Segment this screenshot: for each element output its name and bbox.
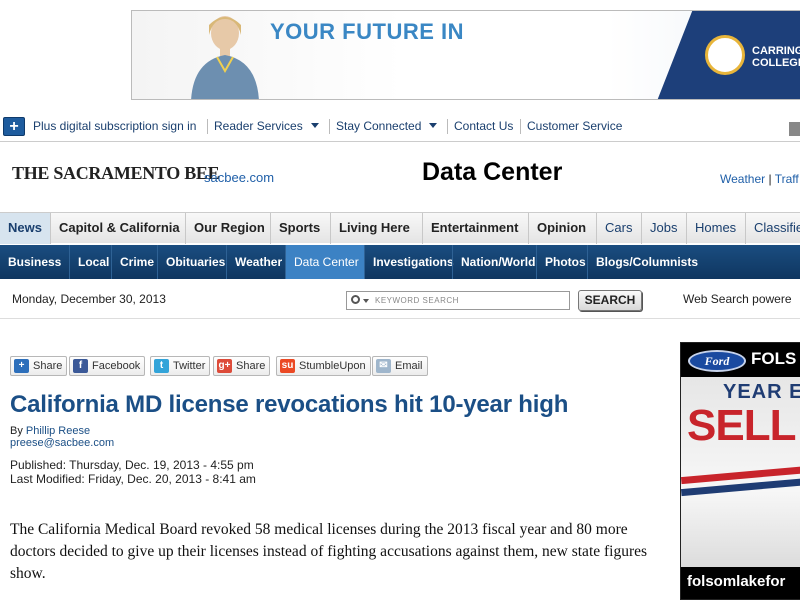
chevron-down-icon: [429, 123, 438, 128]
page-title: Data Center: [422, 158, 563, 186]
subnav-investigations[interactable]: Investigations: [364, 245, 454, 279]
facebook-label: Facebook: [92, 360, 141, 372]
stay-connected-label: Stay Connected: [336, 119, 422, 133]
top-banner-ad[interactable]: YOUR FUTURE IN CARRING COLLEGE: [131, 10, 800, 100]
facebook-share-button[interactable]: f Facebook: [69, 356, 146, 376]
author-link[interactable]: Phillip Reese: [26, 425, 90, 437]
folsom-lake-ford-ad[interactable]: Ford FOLS YEAR E SELL folsomlakefor: [680, 342, 800, 600]
chevron-down-icon: [310, 123, 319, 128]
web-search-powered-by: Web Search powere: [683, 292, 792, 306]
weather-traffic-links: Weather | Traff: [720, 172, 799, 186]
primary-nav-entertainment[interactable]: Entertainment: [422, 213, 528, 244]
primary-nav-sports[interactable]: Sports: [270, 213, 330, 244]
reader-services-label: Reader Services: [214, 119, 303, 133]
subnav-local[interactable]: Local: [69, 245, 111, 279]
primary-nav-news[interactable]: News: [0, 213, 50, 244]
divider: [329, 119, 330, 134]
ad-headline: YOUR FUTURE IN: [270, 19, 464, 44]
secondary-nav: Business Local Crime Obituaries Weather …: [0, 245, 800, 279]
share-label: Share: [33, 360, 63, 372]
chevron-down-icon[interactable]: [363, 299, 369, 303]
ad-sell-text: SELL: [687, 401, 796, 450]
primary-nav-classifieds[interactable]: Classifie: [745, 213, 800, 244]
divider: [207, 119, 208, 134]
search-icon: [351, 295, 360, 304]
subnav-photos[interactable]: Photos: [536, 245, 587, 279]
date-search-bar: Monday, December 30, 2013 KEYWORD SEARCH…: [0, 281, 800, 319]
last-modified-date: Last Modified: Friday, Dec. 20, 2013 - 8…: [10, 472, 256, 486]
weather-link[interactable]: Weather: [720, 172, 765, 186]
stumbleupon-icon: su: [280, 359, 295, 373]
reader-services-menu[interactable]: Reader Services: [214, 119, 319, 133]
primary-nav-opinion[interactable]: Opinion: [528, 213, 596, 244]
contact-us-link[interactable]: Contact Us: [454, 119, 513, 133]
byline-prefix: By: [10, 425, 23, 437]
college-seal-icon: [705, 35, 745, 75]
subnav-obituaries[interactable]: Obituaries: [157, 245, 226, 279]
twitter-label: Twitter: [173, 360, 206, 372]
article-headline: California MD license revocations hit 10…: [10, 391, 569, 418]
print-icon[interactable]: [789, 122, 800, 136]
divider: [447, 119, 448, 134]
subnav-weather[interactable]: Weather: [226, 245, 285, 279]
primary-nav-capitol[interactable]: Capitol & California: [50, 213, 185, 244]
subnav-data-center[interactable]: Data Center: [285, 245, 364, 279]
subscription-signin-link[interactable]: Plus digital subscription sign in: [33, 119, 196, 133]
email-icon: ✉: [376, 359, 391, 373]
stay-connected-menu[interactable]: Stay Connected: [336, 119, 438, 133]
email-share-button[interactable]: ✉ Email: [372, 356, 428, 376]
customer-service-link[interactable]: Customer Service: [527, 119, 622, 133]
primary-nav-homes[interactable]: Homes: [686, 213, 745, 244]
share-button[interactable]: + Share: [10, 356, 68, 376]
ad-dealer-name: FOLS: [751, 349, 797, 368]
author-email-link[interactable]: preese@sacbee.com: [10, 437, 114, 449]
primary-nav: News Capitol & California Our Region Spo…: [0, 212, 800, 244]
ad-brand-name: CARRING COLLEGE: [752, 45, 800, 69]
article-body: The California Medical Board revoked 58 …: [10, 521, 648, 582]
published-date: Published: Thursday, Dec. 19, 2013 - 4:5…: [10, 458, 254, 472]
google-plus-icon: g+: [217, 359, 232, 373]
byline: By Phillip Reese: [10, 425, 90, 437]
ford-logo: Ford: [688, 350, 746, 372]
sacbee-link[interactable]: sacbee.com: [204, 170, 274, 185]
primary-nav-our-region[interactable]: Our Region: [185, 213, 270, 244]
ad-brand-line2: COLLEGE: [752, 57, 800, 69]
ad-url: folsomlakefor: [687, 573, 786, 590]
subnav-business[interactable]: Business: [0, 245, 69, 279]
plus-icon[interactable]: +: [3, 117, 25, 136]
current-date: Monday, December 30, 2013: [12, 292, 166, 306]
twitter-icon: t: [154, 359, 169, 373]
google-plus-share-button[interactable]: g+ Share: [213, 356, 271, 376]
primary-nav-jobs[interactable]: Jobs: [641, 213, 686, 244]
traffic-link[interactable]: Traff: [775, 172, 799, 186]
subnav-crime[interactable]: Crime: [111, 245, 157, 279]
primary-nav-living-here[interactable]: Living Here: [330, 213, 422, 244]
search-input[interactable]: KEYWORD SEARCH: [346, 291, 570, 310]
sacramento-bee-logo[interactable]: THE SACRAMENTO BEE: [12, 163, 220, 184]
email-label: Email: [395, 360, 423, 372]
search-button[interactable]: SEARCH: [578, 290, 642, 311]
primary-nav-cars[interactable]: Cars: [596, 213, 641, 244]
utility-bar: + Plus digital subscription sign in Read…: [0, 114, 800, 142]
stumbleupon-label: StumbleUpon: [299, 360, 366, 372]
separator: |: [768, 172, 772, 186]
subnav-blogs-columnists[interactable]: Blogs/Columnists: [587, 245, 707, 279]
divider: [520, 119, 521, 134]
subnav-nation-world[interactable]: Nation/World: [452, 245, 536, 279]
facebook-icon: f: [73, 359, 88, 373]
stumbleupon-share-button[interactable]: su StumbleUpon: [276, 356, 371, 376]
google-plus-label: Share: [236, 360, 266, 372]
twitter-share-button[interactable]: t Twitter: [150, 356, 211, 376]
ad-person-image: [191, 16, 259, 99]
share-plus-icon: +: [14, 359, 29, 373]
ad-brand-line1: CARRING: [752, 45, 800, 57]
